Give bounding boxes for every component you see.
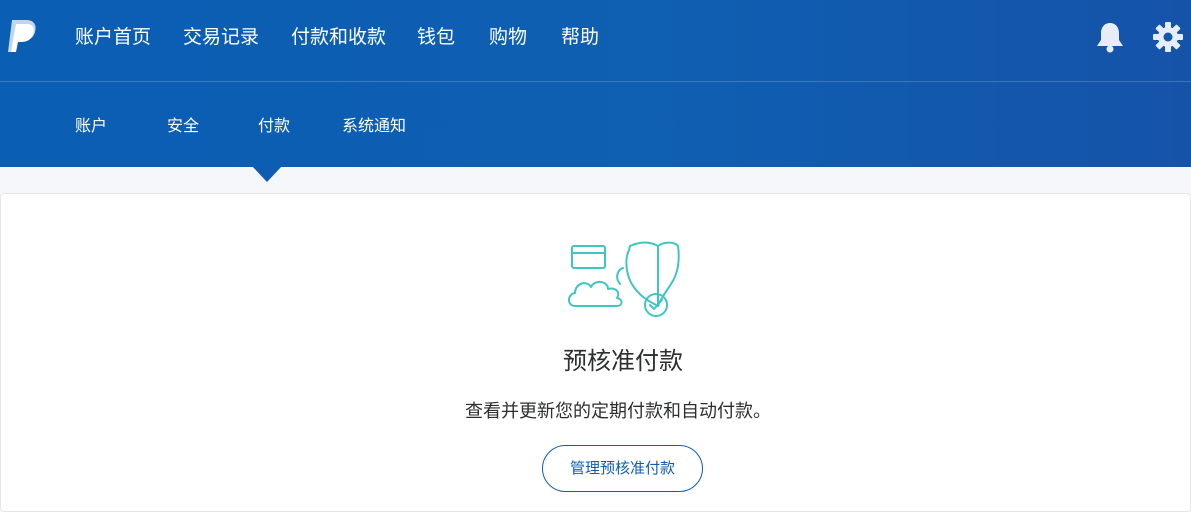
main-nav: 账户首页 交易记录 付款和收款 钱包 购物 帮助 [0,0,1191,80]
card-cloud-shield-check-icon [568,241,680,317]
nav-send-request[interactable]: 付款和收款 [291,24,386,50]
gear-icon[interactable] [1153,22,1183,52]
page-title: 预核准付款 [563,347,683,375]
top-header: 账户首页 交易记录 付款和收款 钱包 购物 帮助 账户 安全 付款 系统通知 [0,0,1191,167]
paypal-logo[interactable] [6,18,40,54]
manage-preapproved-payments-button[interactable]: 管理预核准付款 [542,445,703,492]
nav-wallet[interactable]: 钱包 [417,24,455,50]
subnav-payments[interactable]: 付款 [258,115,290,137]
page-description: 查看并更新您的定期付款和自动付款。 [465,401,771,422]
subnav-security[interactable]: 安全 [167,115,199,137]
nav-shopping[interactable]: 购物 [489,24,527,50]
header-divider [0,81,1191,82]
bell-icon[interactable] [1095,21,1125,53]
nav-account-home[interactable]: 账户首页 [75,24,151,50]
active-tab-indicator [252,166,282,182]
subnav-account[interactable]: 账户 [75,115,107,137]
subnav-notifications[interactable]: 系统通知 [342,115,406,137]
nav-help[interactable]: 帮助 [561,24,599,50]
nav-transactions[interactable]: 交易记录 [183,24,259,50]
